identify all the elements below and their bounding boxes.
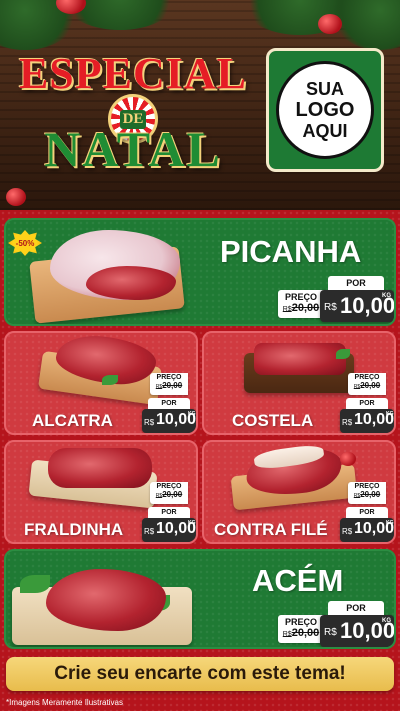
product-card-acem[interactable]: ACÉM PREÇO R$20,00 POR R$ 10,00 KG — [4, 549, 396, 649]
old-price-label: PREÇO — [354, 483, 380, 490]
new-price-currency: R$ — [342, 527, 353, 536]
new-price-tag: POR R$ 10,00 KG — [320, 601, 394, 647]
unit-label: KG — [382, 293, 391, 299]
unit-label: KG — [188, 520, 196, 526]
old-price-tag: PREÇO R$20,00 — [278, 290, 324, 318]
logo-line: SUA — [305, 78, 344, 99]
new-price-tag: POR R$ 10,00 KG — [142, 507, 196, 542]
meat-fraldinha-image — [48, 448, 152, 488]
herb-garnish-icon — [20, 575, 50, 593]
herb-garnish-icon — [102, 375, 118, 385]
old-price-value: 20,00 — [291, 627, 320, 639]
new-price-tag: POR R$ 10,00 KG — [142, 398, 196, 433]
old-price-label: PREÇO — [156, 374, 182, 381]
product-card-alcatra[interactable]: ALCATRA PREÇO R$20,00 POR R$ 10,00 KG — [4, 331, 198, 435]
old-price-value: 20,00 — [360, 381, 381, 390]
unit-label: KG — [188, 411, 196, 417]
logo-line: LOGO — [295, 98, 355, 121]
old-price-tag: PREÇO R$20,00 — [348, 482, 386, 504]
new-price-tag: POR R$ 10,00 KG — [340, 398, 394, 433]
herb-garnish-icon — [336, 349, 350, 359]
product-card-picanha[interactable]: PICANHA PREÇO R$20,00 POR R$ 10,00 KG — [4, 218, 396, 326]
ornament-icon — [318, 14, 342, 34]
logo-line: AQUI — [302, 121, 348, 142]
old-price-tag: PREÇO R$20,00 — [348, 373, 386, 395]
old-price-value: 20,00 — [162, 490, 183, 499]
new-price-tag: POR R$ 10,00 KG — [320, 276, 394, 322]
new-price-currency: R$ — [144, 527, 155, 536]
product-name: ACÉM — [252, 563, 344, 598]
product-name: ALCATRA — [32, 411, 113, 430]
old-price-value: 20,00 — [162, 381, 183, 390]
old-price-currency: R$ — [282, 306, 292, 313]
old-price-tag: PREÇO R$20,00 — [150, 482, 188, 504]
old-price-value: 20,00 — [360, 490, 381, 499]
new-price-tag: POR R$ 10,00 KG — [340, 507, 394, 542]
new-price-label: POR — [328, 276, 384, 290]
new-price-label: POR — [148, 507, 190, 518]
old-price-label: PREÇO — [284, 292, 317, 302]
product-card-costela[interactable]: COSTELA PREÇO R$20,00 POR R$ 10,00 KG — [202, 331, 396, 435]
old-price-tag: PREÇO R$20,00 — [150, 373, 188, 395]
unit-label: KG — [386, 411, 394, 417]
create-flyer-button[interactable]: Crie seu encarte com este tema! — [6, 657, 394, 691]
new-price-label: POR — [346, 398, 388, 409]
title-natal: NATAL — [44, 121, 222, 177]
new-price-label: POR — [328, 601, 384, 615]
product-name: CONTRA FILÉ — [214, 520, 328, 539]
product-card-fraldinha[interactable]: FRALDINHA PREÇO R$20,00 POR R$ 10,00 KG — [4, 440, 198, 544]
meat-picanha-image — [86, 266, 176, 300]
header-banner: ESPECIAL DE NATAL SUA LOGO AQUI — [0, 0, 400, 210]
logo-placeholder[interactable]: SUA LOGO AQUI — [266, 48, 384, 172]
unit-label: KG — [382, 618, 391, 624]
new-price-currency: R$ — [324, 627, 337, 638]
title-especial: ESPECIAL — [18, 49, 248, 98]
product-card-contra-file[interactable]: CONTRA FILÉ PREÇO R$20,00 POR R$ 10,00 K… — [202, 440, 396, 544]
new-price-label: POR — [346, 507, 388, 518]
old-price-label: PREÇO — [156, 483, 182, 490]
old-price-label: PREÇO — [354, 374, 380, 381]
logo-circle: SUA LOGO AQUI — [276, 61, 374, 159]
tomato-garnish-icon — [340, 452, 356, 466]
product-name: FRALDINHA — [24, 520, 124, 539]
unit-label: KG — [386, 520, 394, 526]
old-price-label: PREÇO — [284, 617, 317, 627]
new-price-currency: R$ — [324, 302, 337, 313]
new-price-currency: R$ — [342, 418, 353, 427]
new-price-label: POR — [148, 398, 190, 409]
disclaimer-text: *Imagens Meramente Ilustrativas — [6, 698, 123, 707]
meat-acem-image — [46, 569, 166, 631]
old-price-tag: PREÇO R$20,00 — [278, 615, 324, 643]
old-price-value: 20,00 — [291, 302, 320, 314]
product-name: PICANHA — [220, 234, 362, 269]
ornament-icon — [6, 188, 26, 206]
product-name: COSTELA — [232, 411, 314, 430]
old-price-currency: R$ — [282, 631, 292, 638]
meat-costela-image — [254, 343, 346, 375]
christmas-title: ESPECIAL DE NATAL — [8, 42, 258, 182]
new-price-currency: R$ — [144, 418, 155, 427]
